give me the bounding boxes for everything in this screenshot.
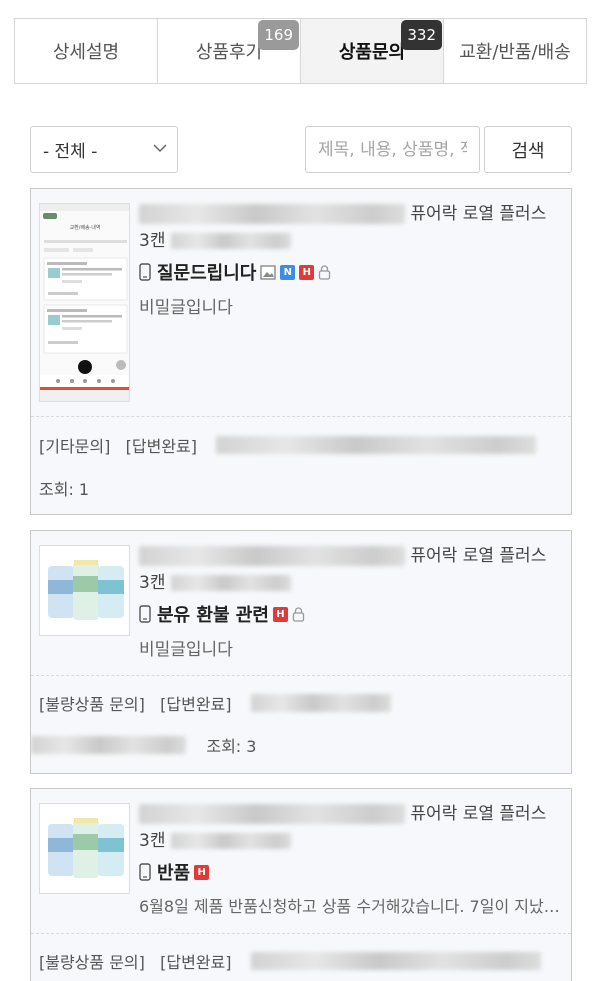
new-icon: N bbox=[280, 264, 296, 280]
tab-detail[interactable]: 상세설명 bbox=[15, 19, 158, 83]
count-badge: 169 bbox=[258, 20, 299, 50]
status-badge: [답변완료] bbox=[160, 953, 232, 972]
status-badge: [답변완료] bbox=[160, 695, 232, 714]
product-name-text: 3캔 bbox=[139, 231, 166, 251]
category-label: [불량상품 문의] bbox=[39, 695, 145, 714]
blurred-text bbox=[31, 736, 186, 754]
category-select[interactable]: - 전체 - bbox=[30, 126, 178, 173]
blurred-text bbox=[170, 233, 291, 249]
product-name[interactable]: 퓨어락 로열 플러스 bbox=[139, 801, 563, 828]
tab-label: 상세설명 bbox=[52, 42, 120, 63]
phone-screenshot-image: 교환/배송·내역 bbox=[40, 204, 129, 401]
image-attachment-icon bbox=[260, 264, 276, 280]
views-count: 조회: 1 bbox=[39, 480, 90, 499]
product-thumbnail[interactable] bbox=[39, 803, 130, 894]
post-title-row[interactable]: 질문드립니다 N H bbox=[139, 259, 563, 285]
blurred-text bbox=[170, 833, 291, 849]
product-name-text: 퓨어락 로열 플러스 bbox=[410, 546, 547, 566]
blurred-text bbox=[170, 575, 291, 591]
product-name-text: 3캔 bbox=[139, 831, 166, 851]
post-content: 6월8일 제품 반품신청하고 상품 수거해갔습니다. 7일이 지났는데 환불이 … bbox=[139, 897, 563, 916]
tab-exchange-return[interactable]: 교환/반품/배송 bbox=[444, 19, 586, 83]
post-title-row[interactable]: 반품 H bbox=[139, 859, 563, 885]
count-badge: 332 bbox=[401, 20, 442, 50]
post-meta: [불량상품 문의] [답변완료] bbox=[39, 949, 541, 973]
product-name-text: 퓨어락 로열 플러스 bbox=[410, 804, 547, 824]
lock-icon bbox=[319, 265, 331, 280]
post-title-row[interactable]: 분유 환불 관련 H bbox=[139, 601, 563, 627]
views-count: 조회: 3 bbox=[206, 737, 257, 756]
post-card[interactable]: 퓨어락 로열 플러스 3캔 분유 환불 관련 H 비밀글입니다 [불량상품 문의… bbox=[30, 530, 572, 774]
search-button[interactable]: 검색 bbox=[484, 126, 572, 173]
search-input[interactable] bbox=[305, 126, 480, 173]
attachment-thumbnail[interactable]: 교환/배송·내역 bbox=[39, 203, 130, 402]
product-image bbox=[40, 546, 129, 635]
hit-icon: H bbox=[194, 864, 210, 880]
tab-label: 상품문의 bbox=[338, 42, 406, 63]
post-content: 비밀글입니다 bbox=[139, 298, 233, 318]
hit-icon: H bbox=[299, 264, 315, 280]
hit-icon: H bbox=[272, 606, 288, 622]
blurred-text bbox=[139, 546, 405, 566]
post-title[interactable]: 반품 bbox=[157, 859, 190, 885]
post-content: 비밀글입니다 bbox=[139, 640, 233, 660]
product-name-line2: 3캔 bbox=[139, 828, 563, 855]
chevron-down-icon bbox=[153, 144, 167, 153]
product-name[interactable]: 퓨어락 로열 플러스 bbox=[139, 201, 563, 228]
post-summary: 퓨어락 로열 플러스 3캔 분유 환불 관련 H 비밀글입니다 bbox=[31, 531, 571, 676]
post-meta: [불량상품 문의] [답변완료] bbox=[39, 691, 391, 715]
tab-qna[interactable]: 상품문의 332 bbox=[301, 19, 444, 83]
select-value: - 전체 - bbox=[43, 142, 98, 162]
status-badge: [답변완료] bbox=[125, 437, 198, 456]
mobile-icon bbox=[139, 863, 151, 881]
post-title[interactable]: 질문드립니다 bbox=[157, 259, 256, 285]
mobile-icon bbox=[139, 605, 151, 623]
post-card[interactable]: 퓨어락 로열 플러스 3캔 반품 H 6월8일 제품 반품신청하고 상품 수거해… bbox=[30, 788, 572, 981]
product-name-text: 3캔 bbox=[139, 573, 166, 593]
blurred-text bbox=[216, 436, 537, 454]
blurred-text bbox=[250, 952, 541, 970]
post-meta: [기타문의] [답변완료] bbox=[39, 433, 537, 457]
post-views: 조회: 3 bbox=[31, 733, 256, 757]
lock-icon bbox=[292, 607, 305, 622]
mobile-icon bbox=[139, 263, 151, 281]
product-name-line2: 3캔 bbox=[139, 228, 563, 255]
tab-label: 교환/반품/배송 bbox=[459, 42, 571, 63]
post-title[interactable]: 분유 환불 관련 bbox=[157, 601, 269, 627]
post-views: 조회: 1 bbox=[39, 476, 89, 500]
blurred-text bbox=[139, 204, 405, 224]
product-name-text: 퓨어락 로열 플러스 bbox=[410, 204, 547, 224]
screen-title: 교환/배송·내역 bbox=[70, 224, 101, 231]
product-thumbnail[interactable] bbox=[39, 545, 130, 636]
tab-bar: 상세설명 상품후기 169 상품문의 332 교환/반품/배송 bbox=[14, 18, 587, 84]
product-image bbox=[40, 804, 129, 893]
category-label: [기타문의] bbox=[39, 437, 111, 456]
post-info: 퓨어락 로열 플러스 3캔 분유 환불 관련 H 비밀글입니다 bbox=[139, 543, 563, 660]
category-label: [불량상품 문의] bbox=[39, 953, 145, 972]
blurred-text bbox=[139, 804, 405, 824]
post-info: 퓨어락 로열 플러스 3캔 반품 H 6월8일 제품 반품신청하고 상품 수거해… bbox=[139, 801, 563, 917]
product-name-line2: 3캔 bbox=[139, 570, 563, 597]
post-card[interactable]: 교환/배송·내역 퓨어락 로열 플러스 3캔 질문드립니다 N H 비밀글입니다… bbox=[30, 188, 572, 515]
post-summary: 퓨어락 로열 플러스 3캔 반품 H 6월8일 제품 반품신청하고 상품 수거해… bbox=[31, 789, 571, 934]
post-summary: 교환/배송·내역 퓨어락 로열 플러스 3캔 질문드립니다 N H 비밀글입니다 bbox=[31, 189, 571, 417]
blurred-text bbox=[250, 694, 391, 712]
post-info: 퓨어락 로열 플러스 3캔 질문드립니다 N H 비밀글입니다 bbox=[139, 201, 563, 318]
product-name[interactable]: 퓨어락 로열 플러스 bbox=[139, 543, 563, 570]
tab-reviews[interactable]: 상품후기 169 bbox=[158, 19, 301, 83]
tab-label: 상품후기 bbox=[195, 42, 263, 63]
